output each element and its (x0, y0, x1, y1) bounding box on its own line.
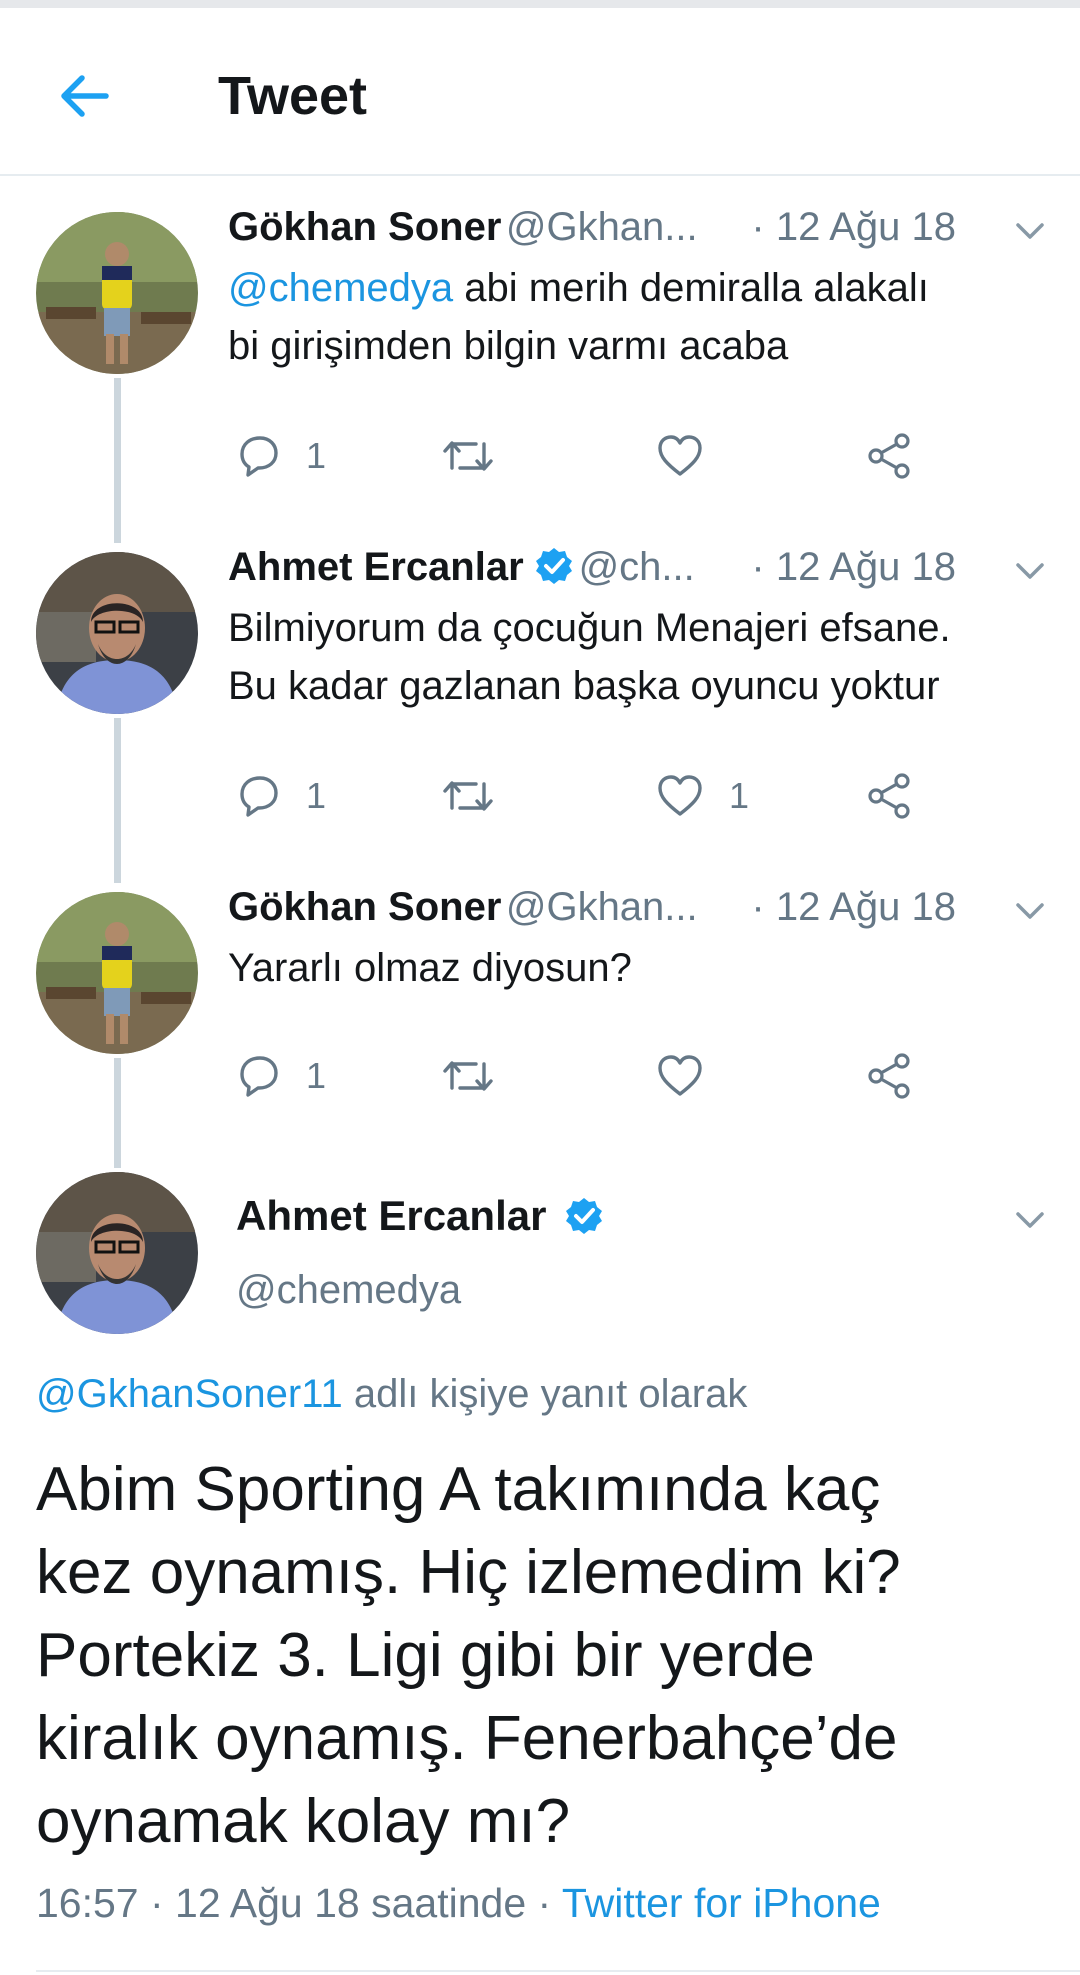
tweet-text-line: Portekiz 3. Ligi gibi bir yerde (36, 1621, 815, 1690)
reply-count: 1 (306, 1055, 327, 1096)
thread-line (114, 1058, 121, 1168)
author-name[interactable]: Gökhan Soner (228, 885, 501, 929)
chevron-down-icon[interactable] (1010, 891, 1050, 931)
tweet-meta: 16:57 · 12 Ağu 18 saatinde · Twitter for… (36, 1880, 881, 1927)
action-bar: 1 1 (228, 768, 928, 824)
top-bar: Tweet (0, 8, 1080, 176)
like-count: 1 (729, 775, 750, 816)
tweet-text-line: Bilmiyorum da çocuğun Menajeri efsane. (228, 606, 951, 650)
tweet-date: · 12 Ağu 18 saatinde · (138, 1880, 562, 1926)
chevron-down-icon[interactable] (1010, 1200, 1050, 1240)
avatar[interactable] (36, 892, 198, 1054)
reply-icon (240, 776, 278, 817)
retweet-icon (443, 441, 493, 471)
verified-badge-icon (564, 1196, 604, 1236)
share-icon (868, 773, 910, 819)
action-bar: 1 (228, 1048, 928, 1104)
share-button[interactable] (864, 1048, 914, 1104)
tweet-text-line: Abim Sporting A takımında kaç (36, 1455, 881, 1524)
tweet-date: · 12 Ağu 18 (751, 545, 956, 589)
like-icon (658, 435, 702, 476)
author-name[interactable]: Ahmet Ercanlar (236, 1192, 546, 1239)
avatar[interactable] (36, 1172, 198, 1334)
reply-header: Ahmet Ercanlar @ch... · 12 Ağu 18 (228, 545, 1050, 597)
author-handle[interactable]: @ch... (579, 545, 695, 589)
author-name[interactable]: Ahmet Ercanlar (228, 545, 524, 589)
verified-badge-icon (534, 546, 574, 586)
status-strip (0, 0, 1080, 8)
avatar[interactable] (36, 212, 198, 374)
back-arrow-icon[interactable] (52, 64, 116, 128)
tweet-text: Yararlı olmaz diyosun? (228, 939, 1050, 997)
reply-button[interactable]: 1 (234, 1048, 326, 1104)
retweet-icon (443, 1061, 493, 1091)
divider (36, 1970, 1080, 1972)
reply-button[interactable]: 1 (234, 768, 326, 824)
source-link[interactable]: Twitter for iPhone (562, 1880, 881, 1926)
like-icon (658, 1055, 702, 1096)
reply-header: Gökhan Soner @Gkhan... · 12 Ağu 18 (228, 885, 1050, 937)
reply-icon (240, 436, 278, 477)
mention-link[interactable]: @chemedya (228, 266, 453, 310)
author-handle[interactable]: @chemedya (236, 1268, 461, 1313)
retweet-button[interactable] (440, 1048, 496, 1104)
author-name-row: Ahmet Ercanlar (236, 1192, 604, 1240)
reply-button[interactable]: 1 (234, 428, 326, 484)
tweet-time: 16:57 (36, 1880, 139, 1926)
like-button[interactable] (655, 1048, 705, 1104)
tweet-text-line: Bu kadar gazlanan başka oyuncu yoktur (228, 664, 940, 708)
chevron-down-icon[interactable] (1010, 211, 1050, 251)
author-handle[interactable]: @Gkhan... (506, 885, 698, 929)
mention-link[interactable]: @GkhanSoner11 (36, 1372, 343, 1416)
retweet-icon (443, 781, 493, 811)
like-button[interactable]: 1 (655, 768, 749, 824)
tweet-text-line: bi girişimden bilgin varmı acaba (228, 324, 789, 368)
reply-context-text: adlı kişiye yanıt olarak (342, 1372, 748, 1416)
tweet-text-line: Yararlı olmaz diyosun? (228, 946, 632, 990)
reply-header: Gökhan Soner @Gkhan... · 12 Ağu 18 (228, 205, 1050, 257)
main-tweet-text: Abim Sporting A takımında kaç kez oynamı… (36, 1448, 1046, 1863)
author-name[interactable]: Gökhan Soner (228, 205, 501, 249)
tweet-text-line: kez oynamış. Hiç izlemedim ki? (36, 1538, 901, 1607)
share-icon (868, 1053, 910, 1099)
chevron-down-icon[interactable] (1010, 551, 1050, 591)
retweet-button[interactable] (440, 768, 496, 824)
tweet-date: · 12 Ağu 18 (751, 885, 956, 929)
retweet-button[interactable] (440, 428, 496, 484)
like-button[interactable] (655, 428, 705, 484)
share-button[interactable] (864, 428, 914, 484)
like-icon (658, 775, 702, 816)
reply-context: @GkhanSoner11 adlı kişiye yanıt olarak (36, 1372, 747, 1417)
action-bar: 1 (228, 428, 928, 484)
tweet-text-line: abi merih demiralla alakalı (453, 266, 929, 310)
thread-line (114, 378, 121, 543)
share-icon (868, 433, 910, 479)
tweet-text: @chemedya abi merih demiralla alakalı bi… (228, 259, 1050, 375)
reply-icon (240, 1056, 278, 1097)
tweet-date: · 12 Ağu 18 (751, 205, 956, 249)
thread-line (114, 718, 121, 883)
reply-count: 1 (306, 435, 327, 476)
tweet-text-line: oynamak kolay mı? (36, 1787, 571, 1856)
reply-count: 1 (306, 775, 327, 816)
author-handle[interactable]: @Gkhan... (506, 205, 698, 249)
tweet-text-line: kiralık oynamış. Fenerbahçe’de (36, 1704, 898, 1773)
avatar[interactable] (36, 552, 198, 714)
share-button[interactable] (864, 768, 914, 824)
page-title: Tweet (218, 66, 368, 126)
tweet-text: Bilmiyorum da çocuğun Menajeri efsane. B… (228, 599, 1050, 715)
